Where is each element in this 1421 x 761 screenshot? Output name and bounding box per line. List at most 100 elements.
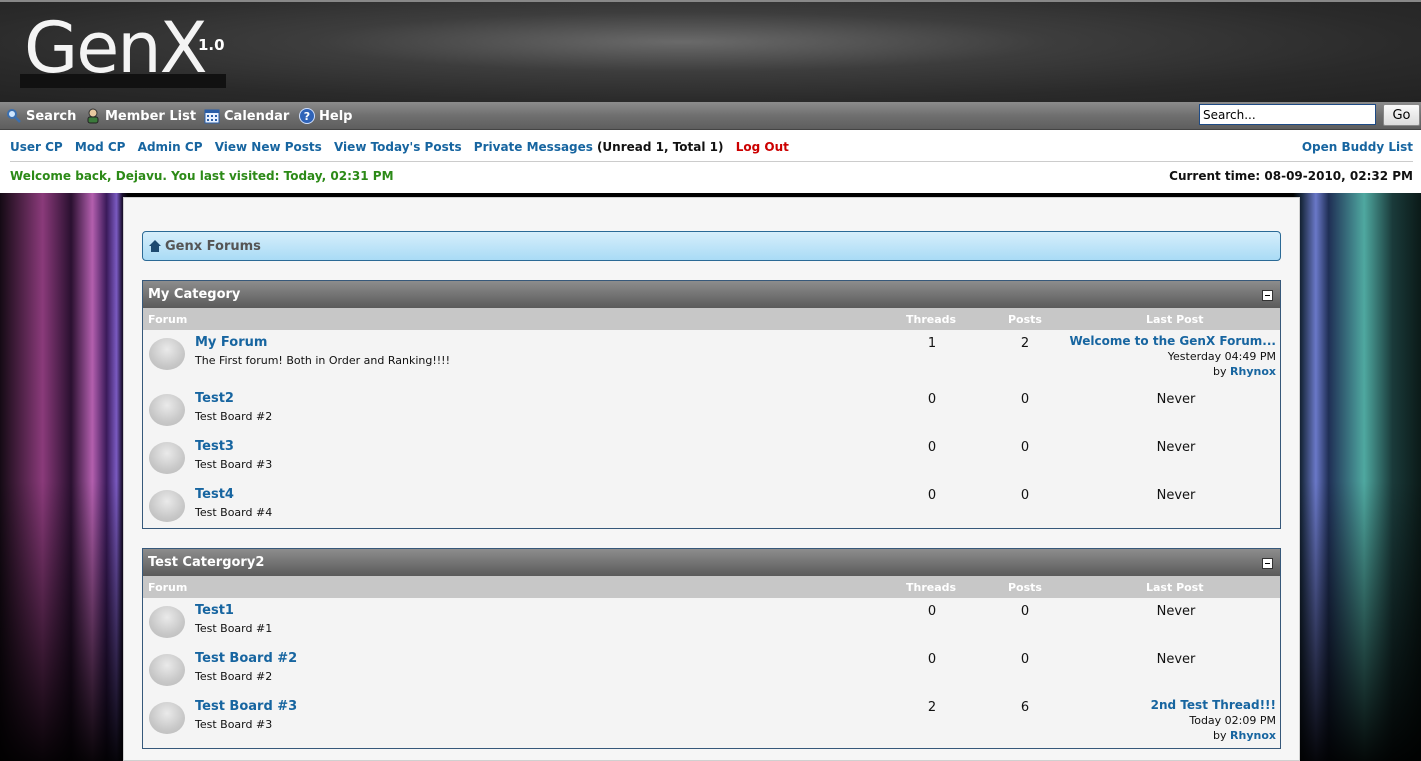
col-last-post: Last Post (1146, 581, 1204, 594)
go-button[interactable]: Go (1383, 104, 1420, 126)
open-buddy-list-link[interactable]: Open Buddy List (1302, 140, 1413, 154)
private-messages-link[interactable]: Private Messages (474, 140, 593, 154)
thread-count: 0 (927, 392, 937, 407)
post-count: 0 (1020, 488, 1030, 503)
forum-row: Test Board #3 Test Board #3 2 6 2nd Test… (143, 694, 1280, 750)
forum-status-icon (149, 702, 185, 734)
user-links-bar: User CP Mod CP Admin CP View New Posts V… (0, 130, 1421, 193)
breadcrumb-label[interactable]: Genx Forums (165, 239, 261, 254)
current-time: Current time: 08-09-2010, 02:32 PM (1169, 169, 1413, 183)
forum-status-icon (149, 394, 185, 426)
thread-count: 0 (927, 488, 937, 503)
forum-description: Test Board #2 (195, 410, 273, 423)
forum-row: Test3 Test Board #3 0 0 Never (143, 434, 1280, 482)
last-post-link[interactable]: 2nd Test Thread!!! (1151, 698, 1276, 712)
thread-count: 0 (927, 604, 937, 619)
nav-calendar[interactable]: Calendar (204, 107, 289, 125)
forum-description: Test Board #1 (195, 622, 273, 635)
category-title[interactable]: Test Catergory2 (148, 555, 264, 570)
last-post-by: by Rhynox (1213, 365, 1276, 378)
last-post-user-link[interactable]: Rhynox (1230, 365, 1276, 378)
help-icon: ? (299, 108, 315, 124)
breadcrumb: Genx Forums (142, 231, 1281, 261)
post-count: 0 (1020, 440, 1030, 455)
column-header-row: Forum Threads Posts Last Post (143, 576, 1280, 598)
mod-cp-link[interactable]: Mod CP (75, 140, 126, 154)
site-header: GenX 1.0 (0, 0, 1421, 102)
last-post-date: Today 02:09 PM (1189, 714, 1276, 727)
collapse-icon[interactable] (1262, 558, 1273, 569)
last-post-date: Yesterday 04:49 PM (1167, 350, 1276, 363)
thread-count: 2 (927, 700, 937, 715)
user-links: User CP Mod CP Admin CP View New Posts V… (10, 140, 797, 154)
post-count: 0 (1020, 604, 1030, 619)
nav-member-list-label: Member List (105, 108, 197, 124)
log-out-link[interactable]: Log Out (736, 140, 789, 154)
forum-row: Test4 Test Board #4 0 0 Never (143, 482, 1280, 530)
forum-description: Test Board #3 (195, 718, 273, 731)
category-header: Test Catergory2 (143, 549, 1280, 576)
forum-status-icon (149, 490, 185, 522)
post-count: 2 (1020, 336, 1030, 351)
forum-title-link[interactable]: Test4 (195, 487, 234, 502)
logo-text: GenX (24, 7, 208, 89)
category-test-catergory2: Test Catergory2 Forum Threads Posts Last… (142, 548, 1281, 749)
forum-description: The First forum! Both in Order and Ranki… (195, 354, 450, 367)
post-count: 0 (1020, 652, 1030, 667)
nav-search-label: Search (26, 108, 77, 124)
forum-row: My Forum The First forum! Both in Order … (143, 330, 1280, 386)
thread-count: 0 (927, 440, 937, 455)
col-last-post: Last Post (1146, 313, 1204, 326)
forum-status-icon (149, 338, 185, 370)
forum-status-icon (149, 606, 185, 638)
col-posts: Posts (1008, 313, 1042, 326)
col-forum: Forum (148, 313, 188, 326)
forum-title-link[interactable]: Test2 (195, 391, 234, 406)
last-post-by-prefix: by (1213, 365, 1227, 378)
forum-title-link[interactable]: Test1 (195, 603, 234, 618)
forum-row: Test1 Test Board #1 0 0 Never (143, 598, 1280, 646)
forum-title-link[interactable]: Test3 (195, 439, 234, 454)
forum-description: Test Board #2 (195, 670, 273, 683)
forum-title-link[interactable]: Test Board #2 (195, 651, 297, 666)
forum-status-icon (149, 654, 185, 686)
nav-search[interactable]: Search (6, 107, 76, 125)
collapse-icon[interactable] (1262, 290, 1273, 301)
forum-title-link[interactable]: My Forum (195, 335, 267, 350)
last-post-never: Never (1156, 392, 1196, 407)
nav-calendar-label: Calendar (224, 108, 290, 124)
nav-member-list[interactable]: Member List (85, 107, 196, 125)
user-cp-link[interactable]: User CP (10, 140, 63, 154)
genx-logo[interactable]: GenX 1.0 (18, 7, 228, 89)
post-count: 0 (1020, 392, 1030, 407)
home-icon[interactable] (149, 240, 161, 252)
thread-count: 0 (927, 652, 937, 667)
pm-count: (Unread 1, Total 1) (596, 140, 724, 154)
last-post-never: Never (1156, 604, 1196, 619)
forum-description: Test Board #3 (195, 458, 273, 471)
category-my-category: My Category Forum Threads Posts Last Pos… (142, 280, 1281, 529)
last-post-by: by Rhynox (1213, 729, 1276, 742)
column-header-row: Forum Threads Posts Last Post (143, 308, 1280, 330)
view-new-posts-link[interactable]: View New Posts (215, 140, 322, 154)
last-post-never: Never (1156, 440, 1196, 455)
last-post-never: Never (1156, 488, 1196, 503)
forum-title-link[interactable]: Test Board #3 (195, 699, 297, 714)
forum-row: Test Board #2 Test Board #2 0 0 Never (143, 646, 1280, 694)
forum-row: Test2 Test Board #2 0 0 Never (143, 386, 1280, 434)
view-todays-posts-link[interactable]: View Today's Posts (334, 140, 462, 154)
last-post-link[interactable]: Welcome to the GenX Forum... (1069, 334, 1276, 348)
last-post-user-link[interactable]: Rhynox (1230, 729, 1276, 742)
logo-version: 1.0 (198, 36, 225, 54)
calendar-icon (204, 108, 220, 124)
search-input[interactable] (1199, 104, 1376, 125)
forum-description: Test Board #4 (195, 506, 273, 519)
nav-help[interactable]: ? Help (299, 107, 352, 125)
category-title[interactable]: My Category (148, 287, 240, 302)
member-list-icon (85, 108, 101, 124)
last-post-never: Never (1156, 652, 1196, 667)
divider (10, 161, 1413, 162)
last-post-by-prefix: by (1213, 729, 1227, 742)
admin-cp-link[interactable]: Admin CP (138, 140, 203, 154)
welcome-message: Welcome back, Dejavu. You last visited: … (10, 169, 394, 183)
